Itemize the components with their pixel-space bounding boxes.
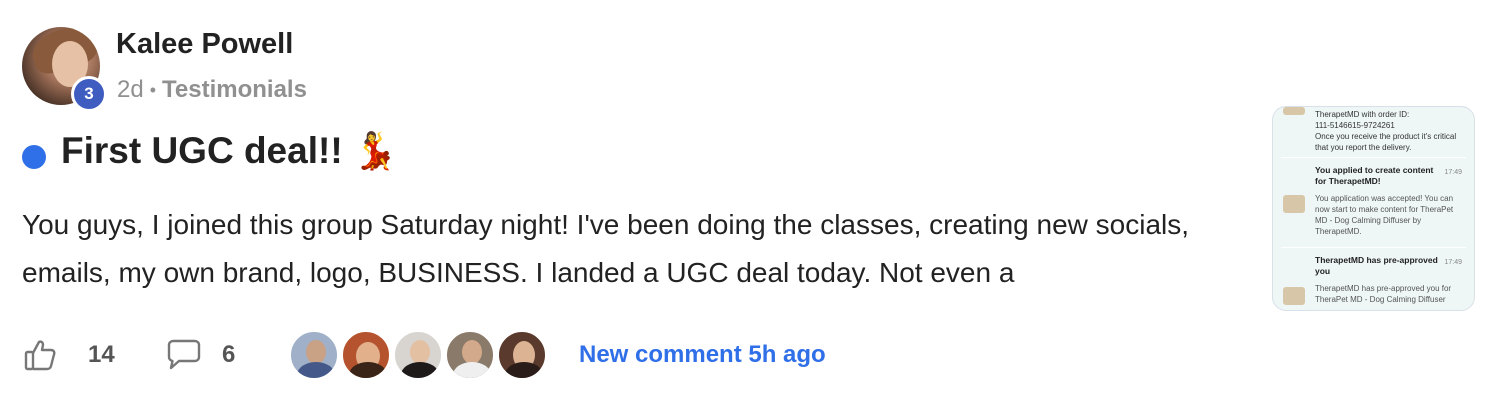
commenter-avatar[interactable] bbox=[445, 330, 495, 380]
unread-indicator bbox=[22, 145, 46, 169]
thumbs-up-icon[interactable] bbox=[22, 337, 58, 373]
meta-separator: • bbox=[149, 79, 157, 100]
brand-logo-icon bbox=[1283, 195, 1305, 213]
commenter-avatar[interactable] bbox=[497, 330, 547, 380]
thumb-text: TherapetMD. bbox=[1315, 227, 1362, 236]
thumb-text: 111-5146615-9724261 bbox=[1315, 121, 1395, 130]
thumb-text: TherapetMD has pre-approved bbox=[1315, 255, 1438, 265]
author-avatar[interactable]: 3 bbox=[22, 27, 107, 112]
new-comment-link[interactable]: New comment 5h ago bbox=[579, 341, 826, 369]
post-time: 2d bbox=[117, 76, 144, 103]
post-footer: 14 6 New comment 5h ago bbox=[22, 330, 826, 380]
thumb-text: you bbox=[1315, 266, 1331, 276]
commenter-avatars[interactable] bbox=[289, 330, 549, 380]
thumb-text: TheraPet MD - Dog Calming Diffuser bbox=[1315, 295, 1446, 304]
brand-logo-icon bbox=[1283, 107, 1305, 115]
thumb-text: now start to make content for TheraPet bbox=[1315, 205, 1454, 214]
comment-icon[interactable] bbox=[164, 337, 204, 373]
brand-logo-icon bbox=[1283, 287, 1305, 305]
dancer-emoji-icon: 💃 bbox=[352, 130, 398, 171]
like-count: 14 bbox=[88, 341, 115, 368]
thumb-text: You application was accepted! You can bbox=[1315, 194, 1454, 203]
commenter-avatar[interactable] bbox=[289, 330, 339, 380]
thumb-text: TherapetMD with order ID: bbox=[1315, 110, 1410, 119]
thumb-text: You applied to create content bbox=[1315, 165, 1434, 175]
commenter-avatar[interactable] bbox=[393, 330, 443, 380]
thumb-text: for TherapetMD! bbox=[1315, 176, 1381, 186]
post-meta: 2d • Testimonials bbox=[117, 76, 307, 104]
thumb-text: that you report the delivery. bbox=[1315, 143, 1412, 152]
thumb-time: 17:49 bbox=[1444, 169, 1462, 176]
thumb-time: 17:49 bbox=[1444, 259, 1462, 266]
thumb-text: MD - Dog Calming Diffuser by bbox=[1315, 216, 1422, 225]
thumb-text: TherapetMD has pre-approved you for bbox=[1315, 284, 1452, 293]
post-card[interactable]: 3 Kalee Powell 2d • Testimonials First U… bbox=[0, 0, 1500, 404]
author-name[interactable]: Kalee Powell bbox=[116, 28, 293, 61]
post-category[interactable]: Testimonials bbox=[162, 76, 307, 104]
post-thumbnail[interactable]: TherapetMD with order ID: 111-5146615-97… bbox=[1272, 106, 1475, 311]
comment-count: 6 bbox=[222, 341, 236, 368]
thumb-text: Once you receive the product it's critic… bbox=[1315, 132, 1457, 141]
commenter-avatar[interactable] bbox=[341, 330, 391, 380]
post-body[interactable]: You guys, I joined this group Saturday n… bbox=[22, 201, 1232, 297]
post-title[interactable]: First UGC deal!! 💃 bbox=[61, 130, 397, 172]
post-title-text: First UGC deal!! bbox=[61, 130, 343, 171]
level-badge: 3 bbox=[71, 76, 107, 112]
